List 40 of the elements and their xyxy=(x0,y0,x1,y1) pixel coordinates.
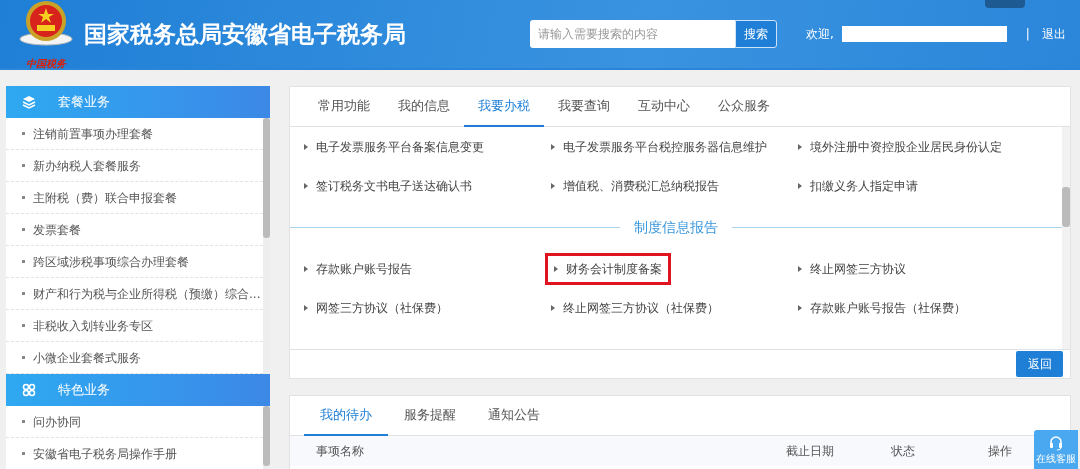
scrollbar[interactable] xyxy=(1062,127,1070,349)
function-link[interactable]: 存款账户账号报告 xyxy=(298,255,418,282)
welcome-text: 欢迎, xyxy=(806,26,834,43)
function-link[interactable]: 境外注册中资控股企业居民身份认定 xyxy=(792,133,1008,160)
scrollbar[interactable] xyxy=(263,118,270,374)
scrollbar[interactable] xyxy=(263,406,270,469)
tab[interactable]: 常用功能 xyxy=(304,87,384,127)
function-link[interactable]: 存款账户账号报告（社保费） xyxy=(792,294,972,321)
column-header: 状态 xyxy=(891,443,916,460)
function-link[interactable]: 网签三方协议（社保费） xyxy=(298,294,454,321)
grid-icon xyxy=(22,383,36,397)
logout-link[interactable]: 退出 xyxy=(1041,25,1066,43)
column-header: 事项名称 xyxy=(316,443,365,460)
headset-icon xyxy=(1048,435,1064,451)
function-link[interactable]: 终止网签三方协议（社保费） xyxy=(545,294,725,321)
tab[interactable]: 通知公告 xyxy=(472,396,556,436)
tab[interactable]: 公众服务 xyxy=(704,87,784,127)
site-title: 国家税务总局安徽省电子税务局 xyxy=(84,19,406,49)
function-link[interactable]: 增值税、消费税汇总纳税报告 xyxy=(545,172,725,199)
tab[interactable]: 我要办税 xyxy=(464,87,544,127)
function-link[interactable]: 电子发票服务平台备案信息变更 xyxy=(298,133,490,160)
search-button[interactable]: 搜索 xyxy=(735,20,777,48)
tab[interactable]: 我的信息 xyxy=(384,87,464,127)
tab[interactable]: 互动中心 xyxy=(624,87,704,127)
function-link[interactable]: 终止网签三方协议 xyxy=(792,255,912,282)
tab[interactable]: 服务提醒 xyxy=(388,396,472,436)
column-header: 截止日期 xyxy=(786,443,835,460)
function-link[interactable]: 签订税务文书电子送达确认书 xyxy=(298,172,478,199)
search-field[interactable]: 请输入需要搜索的内容 xyxy=(530,20,735,48)
column-header: 操作 xyxy=(988,443,1012,460)
function-link[interactable]: 财务会计制度备案 xyxy=(545,252,671,285)
tab[interactable]: 我要查询 xyxy=(544,87,624,127)
layers-icon xyxy=(22,95,36,109)
logo-caption: 中国税务 xyxy=(26,59,66,69)
section-heading: 制度信息报告 xyxy=(633,217,719,237)
top-tab[interactable] xyxy=(985,0,1025,8)
function-link[interactable]: 扣缴义务人指定申请 xyxy=(792,172,924,199)
separator: | xyxy=(1025,26,1030,43)
function-link[interactable]: 电子发票服务平台税控服务器信息维护 xyxy=(545,133,773,160)
back-button[interactable]: 返回 xyxy=(1016,351,1063,377)
